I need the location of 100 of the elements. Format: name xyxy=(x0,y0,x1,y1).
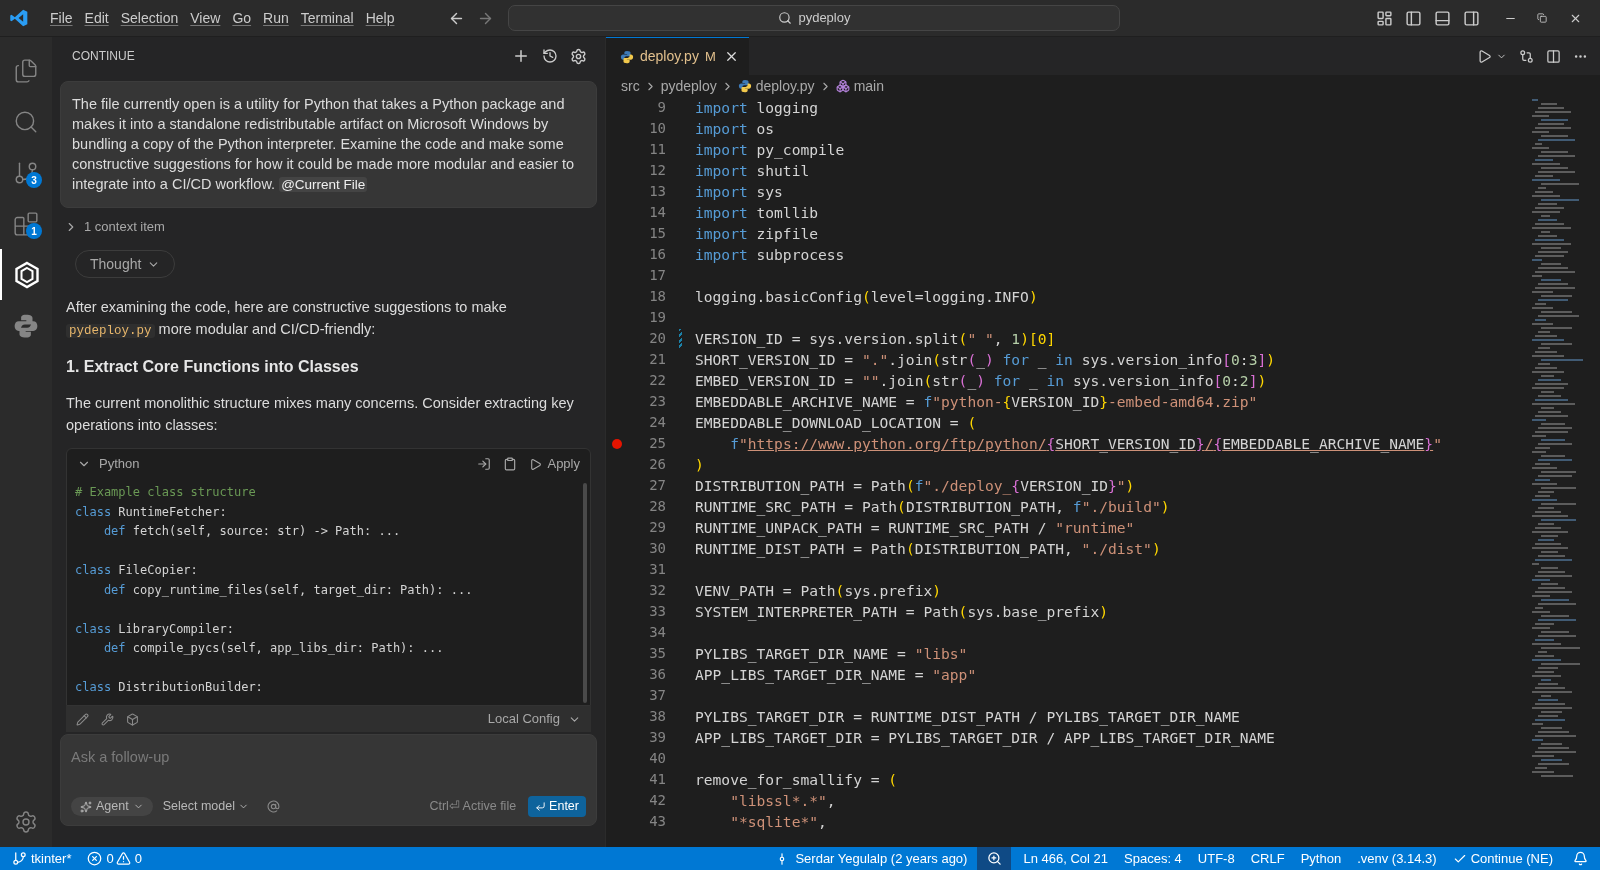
code-line: SYSTEM_INTERPRETER_PATH = Path(sys.base_prefix) xyxy=(695,602,1108,622)
history-icon[interactable] xyxy=(542,48,558,64)
code-line: RUNTIME_SRC_PATH = Path(DISTRIBUTION_PATH, f"./build") xyxy=(695,497,1170,517)
error-icon xyxy=(87,851,103,866)
code-line: "*sqlite*", xyxy=(729,812,827,832)
python-file-icon xyxy=(737,79,752,93)
code-line: ) xyxy=(695,455,704,475)
line-number: 32 xyxy=(648,581,666,600)
status-item[interactable]: Python xyxy=(1292,848,1350,869)
code-line: RUNTIME_UNPACK_PATH = RUNTIME_SRC_PATH / "runtime" xyxy=(695,518,1135,538)
line-number: 31 xyxy=(648,560,666,579)
status-item[interactable]: CRLF xyxy=(1242,848,1293,869)
panel-right-icon[interactable] xyxy=(1463,9,1480,27)
bell-icon[interactable] xyxy=(1573,851,1588,866)
search-icon xyxy=(778,11,793,25)
line-number: 14 xyxy=(648,203,666,222)
count-badge: 3 xyxy=(26,172,42,188)
line-number: 22 xyxy=(648,371,666,390)
config-dropdown[interactable]: Local Config xyxy=(487,709,581,729)
code-line: EMBEDDABLE_DOWNLOAD_LOCATION = ( xyxy=(695,413,977,433)
status-item[interactable]: Ln 466, Col 21 xyxy=(1015,848,1116,869)
panel-bottom-icon[interactable] xyxy=(1434,9,1451,27)
code-line: def fetch(self, source: str) -> Path: ... xyxy=(102,523,402,540)
code-line: EMBED_VERSION_ID = "".join(str(_) for _ in sys.version_info[0:2]) xyxy=(695,371,1267,391)
scrollbar[interactable] xyxy=(583,483,587,703)
enter-button[interactable]: Enter xyxy=(528,796,586,817)
menu-item[interactable]: Help xyxy=(359,7,401,29)
status-item[interactable]: .venv (3.14.3) xyxy=(1349,848,1445,869)
layout-icon[interactable] xyxy=(1376,9,1393,27)
model-dropdown[interactable]: Select model xyxy=(162,797,249,816)
line-number: 17 xyxy=(648,266,666,285)
response-text: The current monolithic structure mixes many concerns. Consider extracting key operations into classes: xyxy=(65,394,575,435)
code-line: SHORT_VERSION_ID = ".".join(str(_) for _ in sys.version_info[0:3]) xyxy=(695,350,1276,370)
status-item[interactable]: UTF-8 xyxy=(1189,848,1243,869)
line-number: 37 xyxy=(648,686,666,705)
split-editor-icon[interactable] xyxy=(1546,48,1561,64)
code-line: APP_LIBS_TARGET_DIR = PYLIBS_TARGET_DIR / APP_LIBS_TARGET_DIR_NAME xyxy=(695,728,1275,748)
menu-item[interactable]: Run xyxy=(257,7,295,29)
menu-item[interactable]: Go xyxy=(226,7,258,29)
run-icon[interactable] xyxy=(1477,48,1492,64)
play-icon xyxy=(529,457,543,471)
code-line: class FileCopier: xyxy=(75,562,199,579)
zoom-status[interactable] xyxy=(977,847,1012,870)
insert-icon[interactable] xyxy=(477,457,492,471)
breadcrumb-item[interactable]: deploy.py xyxy=(755,75,815,97)
command-search-field[interactable]: pydeploy xyxy=(508,5,1121,31)
breadcrumb-item[interactable]: pydeploy xyxy=(660,75,717,97)
continue-status[interactable]: Continue (NE) xyxy=(1444,848,1561,869)
code-line: import zipfile xyxy=(695,224,818,244)
count-badge: 1 xyxy=(26,223,42,239)
code-line: VENV_PATH = Path(sys.prefix) xyxy=(695,581,942,601)
at-sign-icon[interactable] xyxy=(266,800,280,813)
menu-item[interactable]: Selection xyxy=(114,7,185,29)
editor-tab[interactable]: deploy.py M xyxy=(606,37,749,75)
code-line: logging.basicConfig(level=logging.INFO) xyxy=(695,287,1038,307)
menu-item[interactable]: View xyxy=(184,7,227,29)
breadcrumb-item[interactable]: src xyxy=(621,75,640,97)
line-number: 10 xyxy=(648,119,666,138)
line-number: 29 xyxy=(648,518,666,537)
line-number: 9 xyxy=(656,98,666,117)
line-number: 23 xyxy=(648,392,666,411)
response-text: After examining the code, here are constructive suggestions to make pydeploy.py more modular and CI/CD-friendly: xyxy=(65,298,508,340)
menu-item[interactable]: Edit xyxy=(78,7,115,29)
apply-button[interactable]: Apply xyxy=(529,454,580,474)
code-line: APP_LIBS_TARGET_DIR_NAME = "app" xyxy=(695,665,977,685)
compare-icon[interactable] xyxy=(1519,48,1534,64)
menu-item[interactable]: File xyxy=(44,7,79,29)
python-logo-icon xyxy=(13,312,39,339)
branch-status[interactable]: tkinter* xyxy=(0,848,82,869)
cube-icon[interactable] xyxy=(126,712,139,726)
line-number: 19 xyxy=(648,308,666,327)
line-number: 42 xyxy=(648,791,666,810)
restore-icon[interactable] xyxy=(1537,13,1547,23)
panel-left-icon[interactable] xyxy=(1405,9,1422,27)
settings-icon[interactable] xyxy=(570,47,587,65)
pencil-icon[interactable] xyxy=(76,712,89,726)
clipboard-icon[interactable] xyxy=(503,457,518,471)
line-number: 30 xyxy=(648,539,666,558)
follow-up-input[interactable]: Ask a follow-up xyxy=(71,747,586,769)
code-line: class LibraryCompiler: xyxy=(75,620,235,638)
sparkles-icon xyxy=(80,800,92,813)
activity-item[interactable]: 3 xyxy=(0,147,52,198)
mode-dropdown[interactable]: Agent xyxy=(71,797,153,816)
zoom-in-icon xyxy=(986,851,1002,866)
code-line: f"https://www.python.org/ftp/python/{SHORT_VERSION_ID}/{EMBEDDABLE_ARCHIVE_NAME}" xyxy=(729,434,1442,454)
code-line: import shutil xyxy=(695,161,810,181)
activity-item[interactable]: 1 xyxy=(0,198,52,249)
context-toggle[interactable]: 1 context item xyxy=(60,216,597,238)
blame-status[interactable]: Serdar Yegulalp (2 years ago) xyxy=(769,848,974,869)
breadcrumb-item[interactable]: main xyxy=(853,75,884,97)
tools-icon[interactable] xyxy=(101,712,114,726)
line-number: 33 xyxy=(648,602,666,621)
code-line: PYLIBS_TARGET_DIR = RUNTIME_DIST_PATH / PYLIBS_TARGET_DIR_NAME xyxy=(695,707,1240,727)
code-language: Python xyxy=(99,455,141,474)
settings-icon[interactable] xyxy=(14,810,38,834)
plus-icon[interactable] xyxy=(512,47,530,65)
line-number: 38 xyxy=(648,707,666,726)
status-item[interactable]: Spaces: 4 xyxy=(1116,848,1190,869)
menu-item[interactable]: Terminal xyxy=(294,7,360,29)
code-line: import subprocess xyxy=(695,245,845,265)
